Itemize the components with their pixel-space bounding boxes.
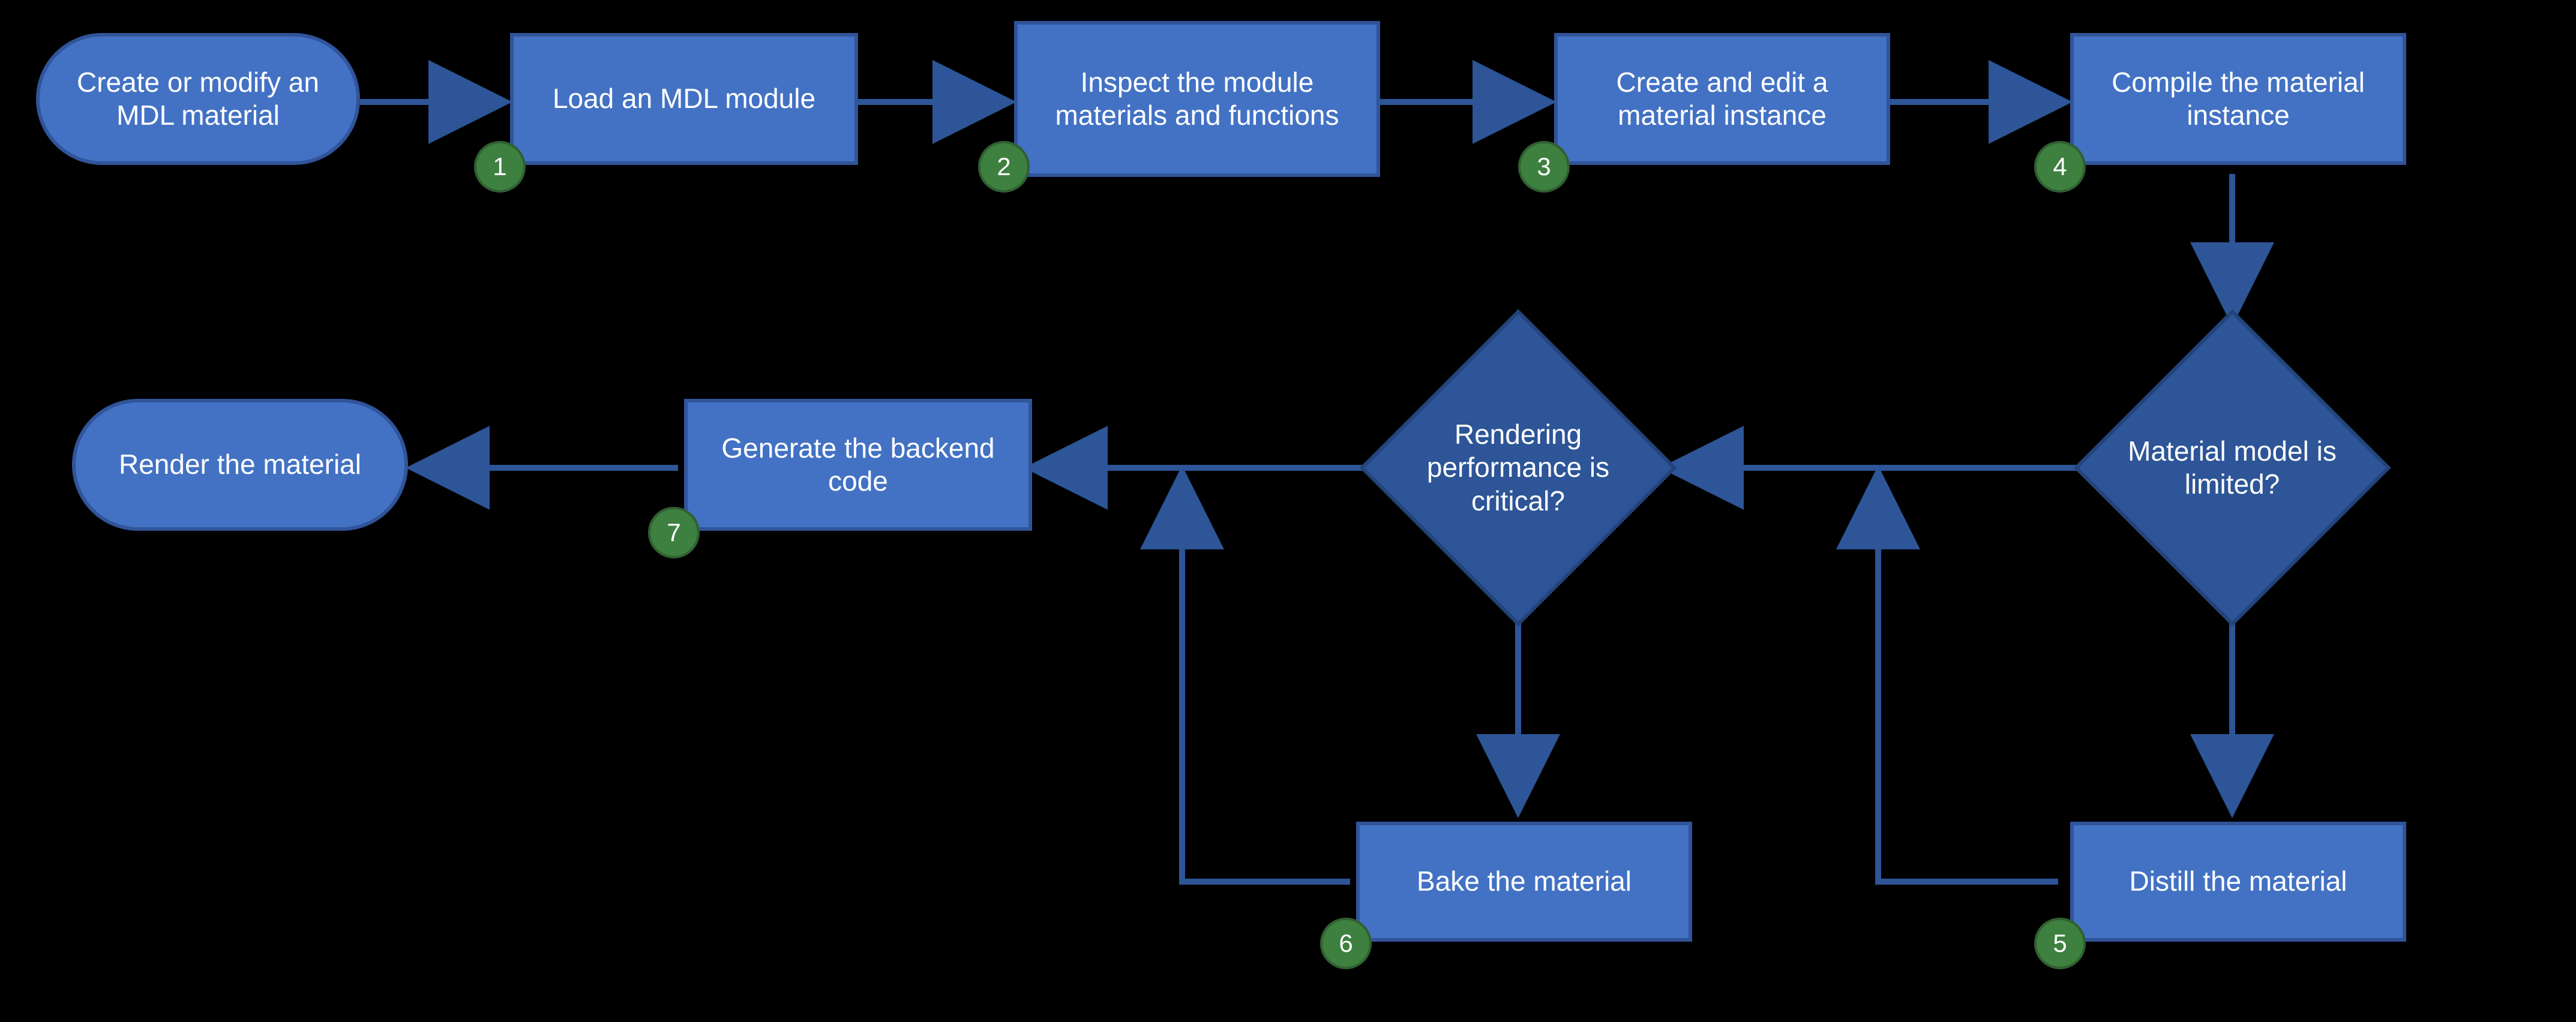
- step-5-label: Distill the material: [2130, 865, 2347, 898]
- step-7-badge: 7: [648, 507, 700, 558]
- step-2: Inspect the module materials and functio…: [1014, 21, 1380, 177]
- step-1-badge: 1: [474, 141, 526, 193]
- step-6-badge: 6: [1320, 918, 1372, 969]
- end-label: Render the material: [119, 448, 361, 481]
- step-2-badge: 2: [978, 141, 1030, 193]
- step-6: Bake the material: [1356, 822, 1692, 942]
- step-3-badge: 3: [1518, 141, 1570, 193]
- step-4: Compile the material instance: [2070, 33, 2406, 165]
- step-3: Create and edit a material instance: [1554, 33, 1890, 165]
- decision-critical: Rendering performance is critical?: [1362, 312, 1674, 624]
- step-7: Generate the backend code: [684, 399, 1032, 531]
- decision-limited-label: Material model is limited?: [2125, 435, 2338, 501]
- decision-critical-label: Rendering performance is critical?: [1411, 418, 1624, 518]
- start-label: Create or modify an MDL material: [52, 66, 344, 132]
- step-4-label: Compile the material instance: [2086, 66, 2391, 132]
- end-node: Render the material: [72, 399, 408, 531]
- step-6-label: Bake the material: [1417, 865, 1632, 898]
- step-1: Load an MDL module: [510, 33, 858, 165]
- step-1-label: Load an MDL module: [553, 82, 815, 115]
- step-3-label: Create and edit a material instance: [1570, 66, 1875, 132]
- step-5-badge: 5: [2034, 918, 2086, 969]
- decision-limited: Material model is limited?: [2076, 312, 2388, 624]
- start-node: Create or modify an MDL material: [36, 33, 360, 165]
- step-2-label: Inspect the module materials and functio…: [1030, 66, 1365, 132]
- step-5: Distill the material: [2070, 822, 2406, 942]
- step-7-label: Generate the backend code: [700, 432, 1016, 498]
- step-4-badge: 4: [2034, 141, 2086, 193]
- flowchart-canvas: Create or modify an MDL material Load an…: [0, 0, 2576, 1022]
